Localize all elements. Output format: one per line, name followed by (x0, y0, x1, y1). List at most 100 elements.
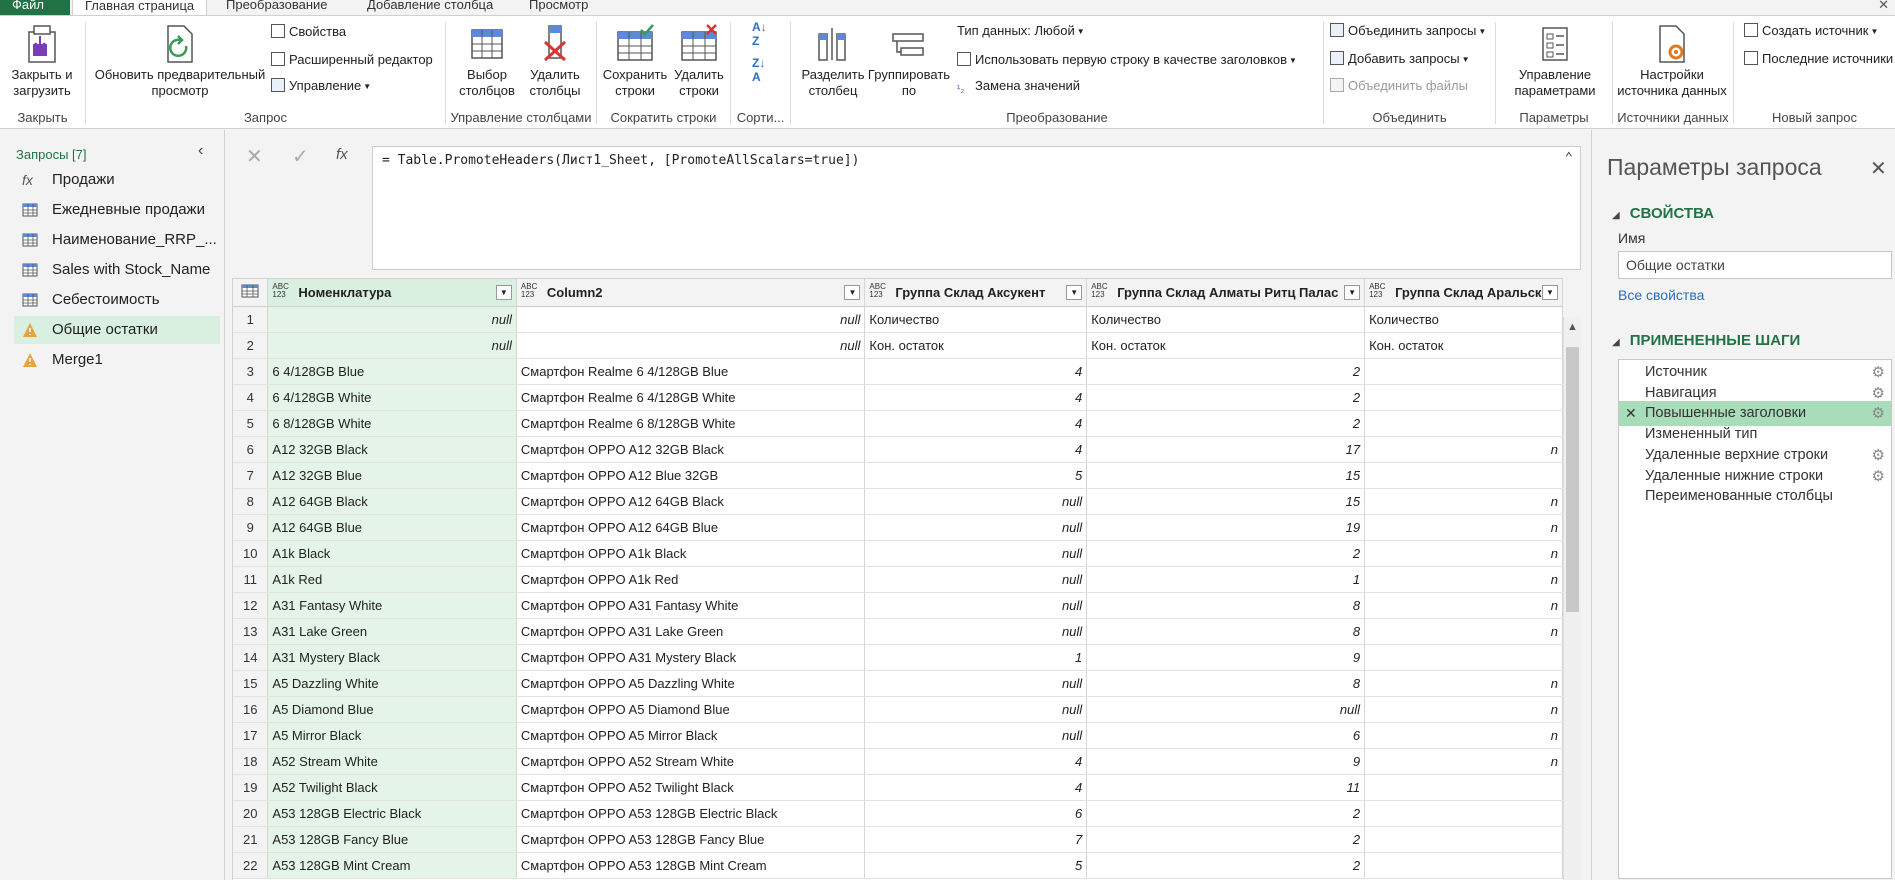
remove-rows-button[interactable]: Удалить строки (668, 24, 730, 99)
table-row[interactable]: 15 A5 Dazzling White Смартфон OPPO A5 Dazz… (233, 670, 1563, 697)
column-header[interactable]: ABC 123 Группа Склад Алматы Ритц Палас ▼ (1086, 279, 1366, 307)
table-cell[interactable]: null (864, 670, 1088, 697)
table-cell[interactable]: A5 Diamond Blue (267, 696, 517, 723)
row-number[interactable]: 7 (233, 462, 269, 489)
choose-columns-button[interactable]: Выбор столбцов (450, 24, 524, 99)
table-row[interactable]: 20 A53 128GB Electric Black Смартфон OPPO … (233, 800, 1563, 827)
table-cell[interactable]: null (267, 306, 517, 333)
table-cell[interactable]: Смартфон OPPO A53 128GB Mint Cream (516, 852, 866, 879)
table-row[interactable]: 6 A12 32GB Black Смартфон OPPO A12 32GB Bl… (233, 436, 1563, 463)
row-number[interactable]: 5 (233, 410, 269, 437)
table-cell[interactable]: n (1364, 748, 1563, 775)
table-cell[interactable]: 19 (1086, 514, 1366, 541)
datasource-settings-button[interactable]: Настройки источника данных (1612, 24, 1732, 99)
table-cell[interactable]: A53 128GB Fancy Blue (267, 826, 517, 853)
table-cell[interactable]: A52 Stream White (267, 748, 517, 775)
table-cell[interactable]: A5 Mirror Black (267, 722, 517, 749)
table-cell[interactable]: Кон. остаток (1364, 332, 1563, 359)
table-cell[interactable]: 15 (1086, 462, 1366, 489)
row-number[interactable]: 11 (233, 566, 269, 593)
tab-transform[interactable]: Преобразование (214, 0, 340, 15)
table-cell[interactable]: n (1364, 618, 1563, 645)
table-cell[interactable]: null (864, 488, 1088, 515)
tab-file[interactable]: Файл (0, 0, 70, 15)
table-cell[interactable]: 8 (1086, 618, 1366, 645)
keep-rows-button[interactable]: Сохранить строки (600, 24, 670, 99)
any-type-icon[interactable]: ABC 123 (521, 283, 537, 299)
table-cell[interactable]: A31 Mystery Black (267, 644, 517, 671)
table-cell[interactable]: n (1364, 540, 1563, 567)
tab-add-column[interactable]: Добавление столбца (355, 0, 505, 15)
table-cell[interactable]: A12 32GB Blue (267, 462, 517, 489)
row-number[interactable]: 15 (233, 670, 269, 697)
table-cell[interactable]: n (1364, 488, 1563, 515)
query-item[interactable]: Наименование_RRP_... (14, 226, 220, 254)
data-type-dropdown[interactable]: Тип данных: Любой ▼ (957, 21, 1085, 41)
any-type-icon[interactable]: ABC 123 (1091, 283, 1107, 299)
table-cell[interactable]: 2 (1086, 800, 1366, 827)
any-type-icon[interactable]: ABC 123 (1369, 283, 1385, 299)
table-cell[interactable]: null (864, 514, 1088, 541)
table-row[interactable]: 2 null null Кон. остаток Кон. остаток Кон. ос… (233, 332, 1563, 359)
sort-asc-button[interactable]: A↓ Z (752, 20, 767, 48)
query-item[interactable]: Ежедневные продажи (14, 196, 220, 224)
table-cell[interactable]: A53 128GB Electric Black (267, 800, 517, 827)
table-cell[interactable] (1364, 462, 1563, 489)
column-header[interactable]: ABC 123 Column2 ▼ (516, 279, 866, 307)
table-cell[interactable]: Смартфон OPPO A52 Stream White (516, 748, 866, 775)
tab-view[interactable]: Просмотр (517, 0, 600, 15)
table-row[interactable]: 1 null null Количество Количество Количество (233, 306, 1563, 333)
formula-bar[interactable]: = Table.PromoteHeaders(Лист1_Sheet, [Pro… (372, 146, 1581, 270)
use-first-row-headers-button[interactable]: Использовать первую строку в качестве за… (957, 50, 1297, 70)
row-number[interactable]: 16 (233, 696, 269, 723)
row-number[interactable]: 4 (233, 384, 269, 411)
manage-parameters-button[interactable]: Управление параметрами (1500, 24, 1610, 99)
table-cell[interactable]: A12 32GB Black (267, 436, 517, 463)
table-cell[interactable] (1364, 800, 1563, 827)
table-cell[interactable]: Смартфон OPPO A5 Diamond Blue (516, 696, 866, 723)
table-cell[interactable]: n (1364, 566, 1563, 593)
any-type-icon[interactable]: ABC 123 (272, 283, 288, 299)
table-cell[interactable]: 2 (1086, 358, 1366, 385)
table-cell[interactable]: null (864, 722, 1088, 749)
table-cell[interactable]: Количество (1364, 306, 1563, 333)
table-cell[interactable]: 6 (1086, 722, 1366, 749)
combine-files-button[interactable]: Объединить файлы (1330, 76, 1468, 96)
grid-scrollbar[interactable]: ▲ (1563, 317, 1581, 880)
any-type-icon[interactable]: ABC 123 (869, 283, 885, 299)
table-cell[interactable]: 4 (864, 358, 1088, 385)
filter-dropdown-icon[interactable]: ▼ (844, 285, 861, 300)
table-cell[interactable]: 2 (1086, 384, 1366, 411)
table-cell[interactable]: 6 8/128GB White (267, 410, 517, 437)
table-row[interactable]: 21 A53 128GB Fancy Blue Смартфон OPPO A53 … (233, 826, 1563, 853)
table-row[interactable]: 46 4/128GB White Смартфон Realme 6 4/128G… (233, 384, 1563, 411)
table-cell[interactable]: 1 (1086, 566, 1366, 593)
collapse-chevron-icon[interactable]: ‹ (198, 142, 203, 160)
table-cell[interactable]: Смартфон OPPO A12 64GB Blue (516, 514, 866, 541)
table-cell[interactable]: Смартфон Realme 6 4/128GB Blue (516, 358, 866, 385)
cancel-formula-icon[interactable]: ✕ (246, 144, 263, 169)
table-row[interactable]: 14 A31 Mystery Black Смартфон OPPO A31 Mys… (233, 644, 1563, 671)
table-cell[interactable]: 2 (1086, 540, 1366, 567)
table-cell[interactable]: 5 (864, 852, 1088, 879)
table-cell[interactable]: Смартфон OPPO A53 128GB Fancy Blue (516, 826, 866, 853)
remove-columns-button[interactable]: Удалить столбцы (520, 24, 590, 99)
table-cell[interactable] (1364, 644, 1563, 671)
table-row[interactable]: 13 A31 Lake Green Смартфон OPPO A31 Lake G… (233, 618, 1563, 645)
table-row[interactable]: 8 A12 64GB Black Смартфон OPPO A12 64GB Bl… (233, 488, 1563, 515)
table-row[interactable]: 9 A12 64GB Blue Смартфон OPPO A12 64GB Blu… (233, 514, 1563, 541)
filter-dropdown-icon[interactable]: ▼ (1542, 285, 1558, 300)
query-item[interactable]: fx Продажи (14, 166, 220, 194)
table-cell[interactable]: n (1364, 696, 1563, 723)
table-cell[interactable]: 8 (1086, 670, 1366, 697)
fx-icon[interactable]: fx (336, 146, 348, 163)
table-cell[interactable]: Смартфон OPPO A31 Fantasy White (516, 592, 866, 619)
table-cell[interactable] (1364, 852, 1563, 879)
table-cell[interactable]: Смартфон OPPO A5 Dazzling White (516, 670, 866, 697)
table-cell[interactable]: 5 (864, 462, 1088, 489)
row-number[interactable]: 12 (233, 592, 269, 619)
query-item[interactable]: Общие остатки (14, 316, 220, 344)
row-number[interactable]: 20 (233, 800, 269, 827)
table-cell[interactable]: n (1364, 514, 1563, 541)
table-cell[interactable]: Смартфон Realme 6 4/128GB White (516, 384, 866, 411)
